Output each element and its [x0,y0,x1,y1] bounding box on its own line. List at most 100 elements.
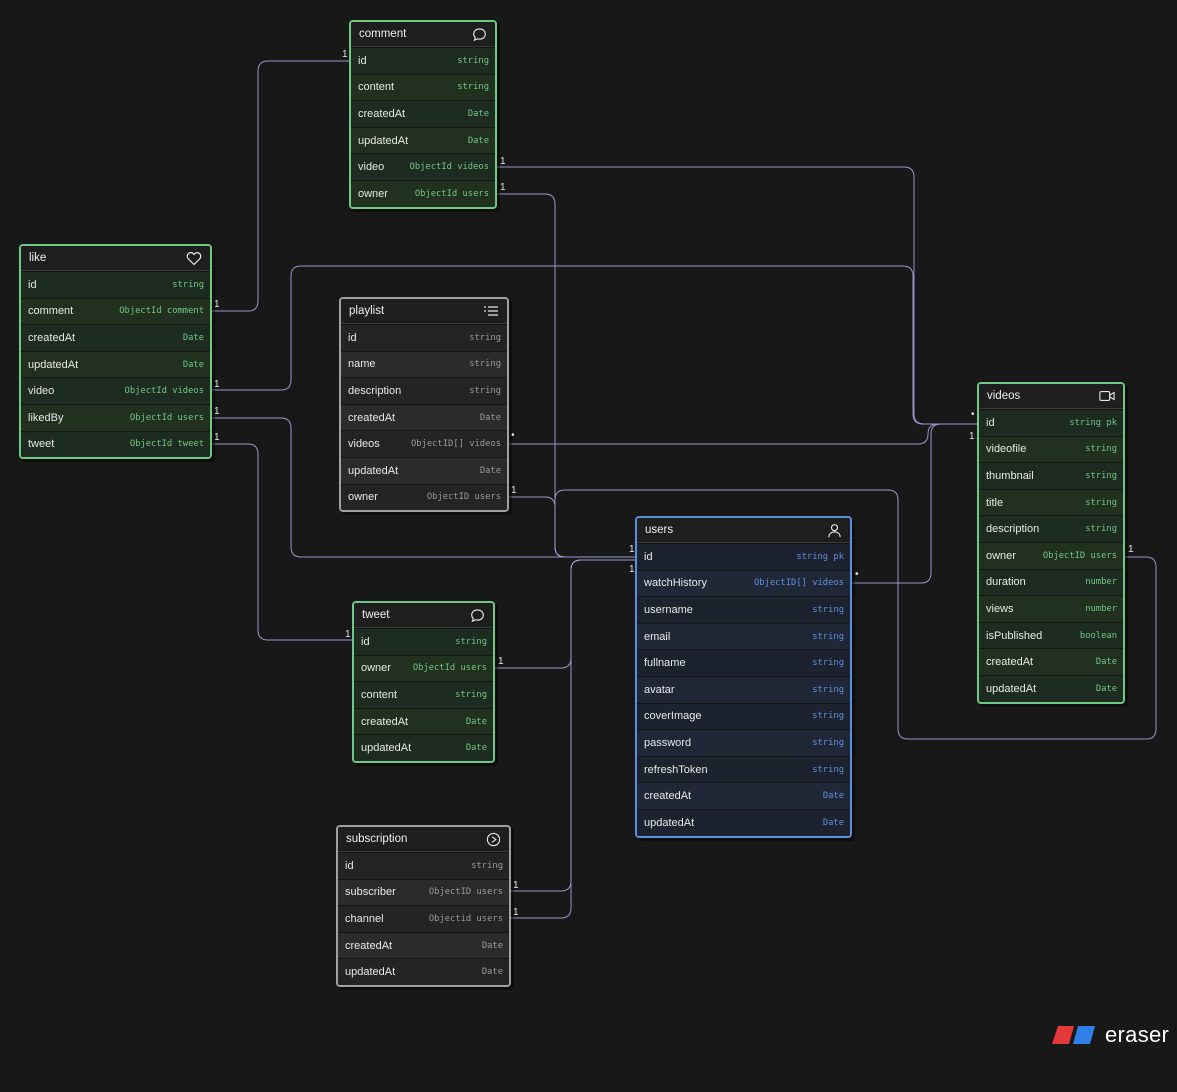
field-name: duration [986,576,1026,589]
field-row-subscription-createdAt[interactable]: createdAt Date [338,931,509,959]
field-row-users-updatedAt[interactable]: updatedAt Date [637,808,850,836]
field-row-like-comment[interactable]: comment ObjectId comment [21,297,210,325]
field-row-users-fullname[interactable]: fullname string [637,649,850,676]
cardinality-label: 1 [629,564,635,575]
field-name: fullname [644,657,686,670]
field-row-playlist-owner[interactable]: owner ObjectID users [341,483,507,511]
entity-subscription[interactable]: subscription id string subscriber ObjectID … [336,825,511,987]
eraser-logo[interactable]: eraser [1052,1022,1169,1048]
entity-header[interactable]: videos [979,384,1123,409]
field-row-videos-duration[interactable]: duration number [979,568,1123,596]
play-circle-icon [485,831,501,847]
field-type: boolean [1079,630,1117,641]
field-type: string [812,711,844,722]
field-type: string [812,631,844,642]
field-row-playlist-videos[interactable]: videos ObjectID[] videos [341,430,507,457]
field-row-comment-updatedAt[interactable]: updatedAt Date [351,126,495,154]
field-row-users-id[interactable]: id string pk [637,543,850,570]
field-row-playlist-updatedAt[interactable]: updatedAt Date [341,456,507,484]
field-row-playlist-name[interactable]: name string [341,350,507,378]
field-name: content [358,81,395,94]
field-name: updatedAt [361,742,412,755]
field-row-comment-id[interactable]: id string [351,47,495,74]
field-name: video [358,161,385,174]
entity-tweet[interactable]: tweet id string owner ObjectId users content… [352,601,495,763]
field-row-users-email[interactable]: email string [637,622,850,650]
field-row-subscription-id[interactable]: id string [338,852,509,879]
field-row-subscription-updatedAt[interactable]: updatedAt Date [338,958,509,985]
heart-icon [186,250,202,266]
entity-videos[interactable]: videos id string pk videofile string thumbna… [977,382,1125,704]
field-type: ObjectId videos [124,386,204,397]
field-name: createdAt [28,331,76,344]
field-name: avatar [644,683,675,696]
entity-comment[interactable]: comment id string content string createdAt Da… [349,20,497,209]
field-row-videos-id[interactable]: id string pk [979,409,1123,436]
field-row-tweet-createdAt[interactable]: createdAt Date [354,707,493,735]
edge-comment-video [496,166,980,425]
field-row-comment-video[interactable]: video ObjectId videos [351,153,495,180]
field-row-comment-createdAt[interactable]: createdAt Date [351,100,495,127]
entity-playlist[interactable]: playlist id string name string description st… [339,297,509,513]
field-row-users-username[interactable]: username string [637,596,850,623]
field-name: video [28,385,55,398]
field-row-videos-thumbnail[interactable]: thumbnail string [979,462,1123,489]
eraser-logo-icon [1052,1026,1095,1044]
edge-like-tweet [212,443,354,641]
field-row-like-tweet[interactable]: tweet ObjectId tweet [21,430,210,458]
entity-title: videos [987,390,1021,402]
field-row-users-refreshToken[interactable]: refreshToken string [637,755,850,783]
entity-title: like [29,252,47,264]
cardinality-label: • [855,569,859,580]
field-row-videos-isPublished[interactable]: isPublished boolean [979,621,1123,649]
field-row-videos-updatedAt[interactable]: updatedAt Date [979,674,1123,702]
field-type: string [469,385,501,396]
entity-header[interactable]: users [637,518,850,543]
field-row-users-coverImage[interactable]: coverImage string [637,702,850,730]
field-row-videos-views[interactable]: views number [979,595,1123,622]
field-row-like-createdAt[interactable]: createdAt Date [21,324,210,351]
field-row-videos-title[interactable]: title string [979,488,1123,516]
field-row-like-id[interactable]: id string [21,271,210,298]
field-row-videos-owner[interactable]: owner ObjectID users [979,541,1123,569]
entity-header[interactable]: tweet [354,603,493,628]
field-row-like-likedBy[interactable]: likedBy ObjectId users [21,403,210,431]
field-type: number [1085,577,1117,588]
entity-header[interactable]: playlist [341,299,507,324]
field-row-playlist-description[interactable]: description string [341,377,507,404]
field-type: string [812,604,844,615]
field-row-users-createdAt[interactable]: createdAt Date [637,782,850,809]
cardinality-label: 1 [345,629,351,640]
field-type: Date [182,359,204,370]
entity-like[interactable]: like id string comment ObjectId comment crea… [19,244,212,460]
field-row-playlist-id[interactable]: id string [341,324,507,351]
field-row-comment-content[interactable]: content string [351,73,495,101]
field-row-comment-owner[interactable]: owner ObjectId users [351,179,495,207]
field-name: createdAt [345,939,393,952]
field-name: createdAt [348,411,396,424]
field-row-videos-description[interactable]: description string [979,515,1123,542]
field-row-tweet-id[interactable]: id string [354,628,493,655]
field-row-tweet-owner[interactable]: owner ObjectId users [354,654,493,682]
field-row-playlist-createdAt[interactable]: createdAt Date [341,403,507,431]
field-row-subscription-channel[interactable]: channel Objectid users [338,905,509,932]
field-row-users-avatar[interactable]: avatar string [637,675,850,703]
field-row-videos-videofile[interactable]: videofile string [979,435,1123,463]
field-row-users-watchHistory[interactable]: watchHistory ObjectID[] videos [637,569,850,597]
field-row-like-video[interactable]: video ObjectId videos [21,377,210,404]
entity-header[interactable]: comment [351,22,495,47]
field-row-users-password[interactable]: password string [637,729,850,756]
edge-users-watchhistory [851,423,980,584]
field-row-like-updatedAt[interactable]: updatedAt Date [21,350,210,378]
entity-header[interactable]: like [21,246,210,271]
entity-users[interactable]: users id string pk watchHistory ObjectID[] … [635,516,852,838]
field-name: id [358,54,367,67]
field-row-videos-createdAt[interactable]: createdAt Date [979,648,1123,675]
field-row-subscription-subscriber[interactable]: subscriber ObjectID users [338,878,509,906]
field-name: createdAt [358,107,406,120]
field-type: Date [465,743,487,754]
entity-header[interactable]: subscription [338,827,509,852]
field-row-tweet-content[interactable]: content string [354,681,493,708]
field-type: string [457,55,489,66]
field-row-tweet-updatedAt[interactable]: updatedAt Date [354,734,493,761]
